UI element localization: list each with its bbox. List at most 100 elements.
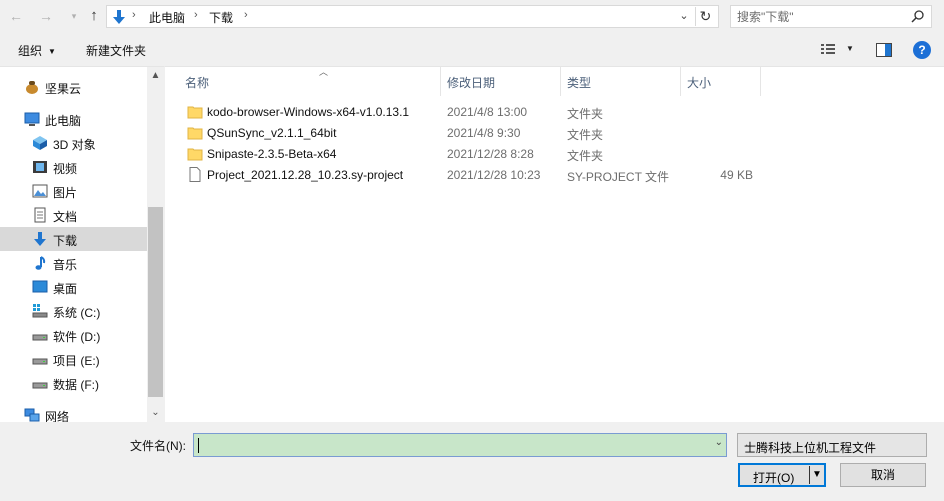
file-dialog-footer: 文件名(N): ⌄ 士腾科技上位机工程文件 ⌄ 打开(O) ▼ 取消 <box>0 422 944 501</box>
file-type: 文件夹 <box>567 128 604 142</box>
text-cursor <box>198 438 199 453</box>
breadcrumb-separator[interactable]: › <box>194 9 198 21</box>
file-list: 名称 ︿ 修改日期 类型 大小 kodo-browser-Windows-x64… <box>164 66 944 422</box>
split-divider <box>809 466 810 484</box>
chevron-down-icon: ⌄ <box>744 439 753 450</box>
preview-pane-icon[interactable] <box>876 43 892 57</box>
folder-icon <box>187 127 203 140</box>
sidebar-item-label: 图片 <box>53 186 78 200</box>
column-header-date[interactable]: 修改日期 <box>441 67 561 96</box>
sidebar-scrollbar[interactable]: ▲ ⌄ <box>147 67 164 423</box>
address-row: ← → ▾ ↑ › 此电脑 › 下载 › ⌄ ↻ <box>0 0 944 34</box>
download-icon <box>34 232 46 246</box>
search-box[interactable] <box>730 5 932 28</box>
file-row[interactable]: Snipaste-2.3.5-Beta-x64 2021/12/28 8:28 … <box>179 143 779 164</box>
file-name: QSunSync_v2.1.1_64bit <box>207 126 337 140</box>
file-type: SY-PROJECT 文件 <box>567 170 670 184</box>
file-row[interactable]: QSunSync_v2.1.1_64bit 2021/4/8 9:30 文件夹 <box>179 122 779 143</box>
up-button[interactable]: ↑ <box>84 6 104 26</box>
scroll-down-icon[interactable]: ⌄ <box>147 406 164 420</box>
address-dropdown-icon[interactable]: ⌄ <box>676 8 692 25</box>
sidebar-item-3d-objects[interactable]: 3D 对象 <box>0 131 147 155</box>
search-icon[interactable] <box>911 9 925 23</box>
sidebar-item-desktop[interactable]: 桌面 <box>0 275 147 299</box>
cancel-button[interactable]: 取消 <box>840 463 926 487</box>
breadcrumb-this-pc[interactable]: 此电脑 <box>149 9 185 26</box>
view-details-icon[interactable] <box>820 43 836 57</box>
new-folder-button[interactable]: 新建文件夹 <box>86 42 146 59</box>
pictures-icon <box>32 184 48 198</box>
sidebar-item-documents[interactable]: 文档 <box>0 203 147 227</box>
chevron-down-icon: ▼ <box>48 47 56 56</box>
forward-button[interactable]: → <box>36 6 56 26</box>
column-header-label: 类型 <box>567 76 592 90</box>
computer-icon <box>24 112 40 126</box>
chevron-down-icon[interactable]: ⌄ <box>715 437 723 448</box>
filename-label: 文件名(N): <box>130 439 186 453</box>
sidebar-item-downloads[interactable]: 下载 <box>0 227 147 251</box>
file-date: 2021/12/28 8:28 <box>447 147 534 161</box>
file-type: 文件夹 <box>567 107 604 121</box>
document-icon <box>34 207 46 223</box>
search-input[interactable] <box>737 8 907 25</box>
address-bar[interactable]: › 此电脑 › 下载 › ⌄ ↻ <box>106 5 719 28</box>
sidebar-item-label: 此电脑 <box>45 114 82 128</box>
file-name: Snipaste-2.3.5-Beta-x64 <box>207 147 337 161</box>
sidebar-item-label: 坚果云 <box>45 82 82 96</box>
sidebar-item-drive-d[interactable]: 软件 (D:) <box>0 323 147 347</box>
column-header-name[interactable]: 名称 ︿ <box>179 67 441 96</box>
file-name: kodo-browser-Windows-x64-v1.0.13.1 <box>207 105 410 119</box>
download-arrow-icon <box>113 10 125 24</box>
scrollbar-thumb[interactable] <box>148 207 163 397</box>
column-header-label: 修改日期 <box>447 76 496 90</box>
filename-combobox[interactable]: ⌄ <box>193 433 727 457</box>
music-icon <box>35 256 46 270</box>
open-options-dropdown-icon[interactable]: ▼ <box>812 469 822 480</box>
file-date: 2021/4/8 9:30 <box>447 126 521 140</box>
sidebar-item-this-pc[interactable]: 此电脑 <box>0 107 147 131</box>
sidebar-item-label: 软件 (D:) <box>53 330 101 344</box>
recent-locations-button[interactable]: ▾ <box>64 6 84 26</box>
column-header-label: 名称 <box>185 76 210 90</box>
3d-objects-icon <box>33 136 47 150</box>
file-row[interactable]: Project_2021.12.28_10.23.sy-project 2021… <box>179 164 779 185</box>
column-header-size[interactable]: 大小 <box>681 67 761 96</box>
desktop-icon <box>32 280 48 293</box>
sidebar-item-label: 音乐 <box>53 258 78 272</box>
navigation-pane: 坚果云 此电脑 3D 对象 视频 图片 文档 下载 音乐 桌面 系统 (C:) … <box>0 66 164 424</box>
scroll-up-icon[interactable]: ▲ <box>147 69 164 83</box>
sidebar-item-label: 下载 <box>53 234 78 248</box>
breadcrumb-separator[interactable]: › <box>132 9 136 21</box>
sidebar-item-label: 项目 (E:) <box>53 354 100 368</box>
folder-icon <box>187 106 203 119</box>
breadcrumb-downloads[interactable]: 下载 <box>209 9 233 26</box>
organize-menu[interactable]: 组织 ▼ <box>18 42 56 59</box>
sidebar-item-drive-e[interactable]: 项目 (E:) <box>0 347 147 371</box>
help-icon[interactable]: ? <box>913 41 931 59</box>
file-open-dialog: ← → ▾ ↑ › 此电脑 › 下载 › ⌄ ↻ 组织 ▼ <box>0 0 944 501</box>
file-size: 49 KB <box>720 168 753 182</box>
breadcrumb-separator[interactable]: › <box>244 9 248 21</box>
drive-icon <box>32 334 48 341</box>
sort-ascending-icon: ︿ <box>319 67 329 77</box>
file-row[interactable]: kodo-browser-Windows-x64-v1.0.13.1 2021/… <box>179 101 779 122</box>
refresh-icon[interactable]: ↻ <box>695 7 715 26</box>
sidebar-item-pictures[interactable]: 图片 <box>0 179 147 203</box>
column-header-type[interactable]: 类型 <box>561 67 681 96</box>
network-icon <box>24 408 40 422</box>
sidebar-item-nutstore[interactable]: 坚果云 <box>0 75 147 99</box>
open-button[interactable]: 打开(O) ▼ <box>738 463 826 487</box>
sidebar-item-label: 系统 (C:) <box>53 306 101 320</box>
sidebar-item-videos[interactable]: 视频 <box>0 155 147 179</box>
view-options-dropdown-icon[interactable]: ▼ <box>846 44 854 53</box>
sidebar-item-music[interactable]: 音乐 <box>0 251 147 275</box>
sidebar-item-drive-f[interactable]: 数据 (F:) <box>0 371 147 395</box>
back-button[interactable]: ← <box>6 6 26 26</box>
filetype-select[interactable]: 士腾科技上位机工程文件 ⌄ <box>737 433 927 457</box>
open-button-label: 打开(O) <box>753 471 795 485</box>
sidebar-item-drive-c[interactable]: 系统 (C:) <box>0 299 147 323</box>
drive-icon <box>32 358 48 365</box>
filename-input[interactable] <box>198 437 703 453</box>
sidebar-item-label: 3D 对象 <box>53 138 96 152</box>
system-drive-icon <box>32 304 48 318</box>
